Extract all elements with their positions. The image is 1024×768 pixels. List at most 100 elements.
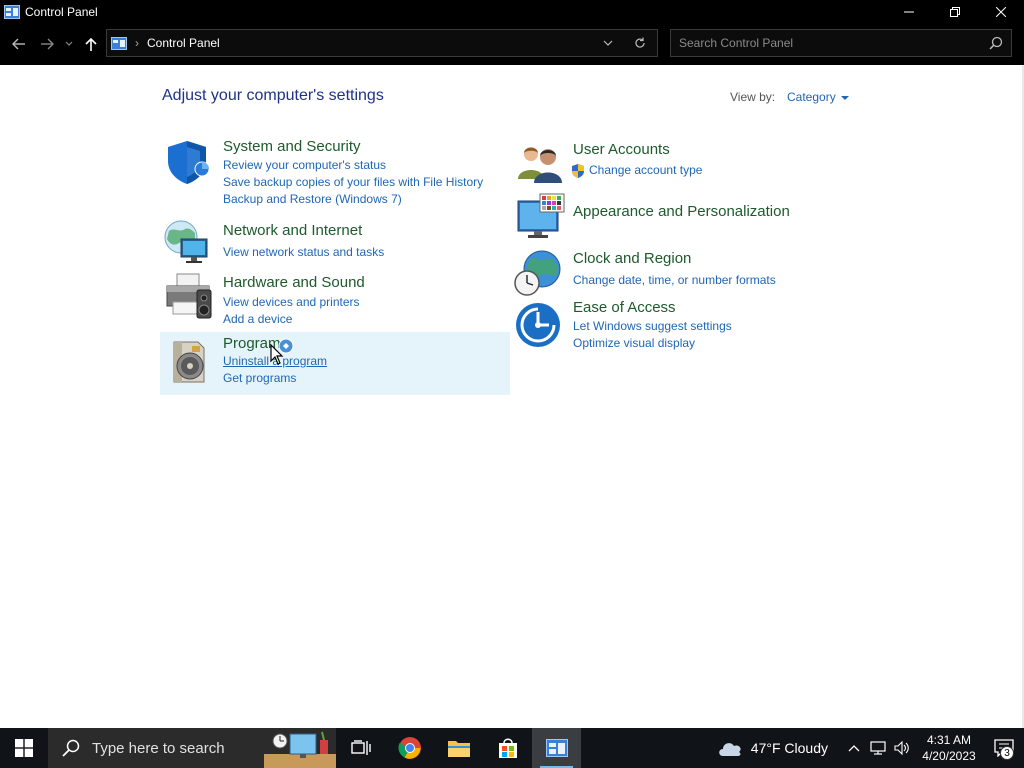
clock-globe-icon [514, 249, 562, 302]
search-box[interactable] [670, 29, 1012, 57]
restore-icon [950, 6, 960, 17]
up-arrow-icon [85, 37, 97, 51]
view-by-dropdown[interactable]: Category [787, 90, 849, 104]
link-suggest-settings[interactable]: Let Windows suggest settings [573, 319, 732, 333]
taskbar: Type here to search 47°F Cloudy 4:31 AM … [0, 728, 1024, 768]
refresh-icon [635, 37, 645, 48]
breadcrumb-separator: › [135, 36, 139, 50]
network-tray-button[interactable] [866, 728, 890, 768]
monitor-palette-icon [516, 193, 566, 244]
clock[interactable]: 4:31 AM 4/20/2023 [914, 732, 984, 764]
store-button[interactable] [483, 728, 532, 768]
clock-time: 4:31 AM [926, 733, 972, 747]
content-area: Adjust your computer's settings View by:… [0, 65, 1024, 728]
shield-icon [164, 139, 210, 190]
close-button[interactable] [978, 0, 1024, 23]
category-hardware-and-sound: Hardware and Sound View devices and prin… [160, 269, 510, 326]
category-programs[interactable]: Programs Uninstall a program Get program… [160, 332, 510, 395]
chrome-button[interactable] [385, 728, 434, 768]
control-panel-icon [4, 4, 20, 19]
dropdown-caret-icon [840, 95, 849, 100]
network-globe-icon [163, 219, 211, 270]
category-system-and-security: System and Security Review your computer… [160, 135, 510, 209]
clock-date: 4/20/2023 [922, 749, 976, 763]
ease-of-access-icon [515, 302, 561, 353]
link-add-device[interactable]: Add a device [223, 312, 292, 326]
control-panel-taskbar-button[interactable] [532, 728, 581, 768]
printer-speaker-icon [163, 272, 213, 325]
window-controls [886, 0, 1024, 23]
control-panel-icon [545, 739, 568, 757]
control-panel-small-icon [111, 36, 127, 50]
cloud-icon [719, 743, 741, 756]
up-button[interactable] [77, 29, 105, 59]
network-icon [870, 741, 886, 755]
back-arrow-icon [12, 38, 25, 50]
link-backup-restore[interactable]: Backup and Restore (Windows 7) [223, 192, 402, 206]
search-icon [62, 739, 80, 757]
file-explorer-button[interactable] [434, 728, 483, 768]
category-title-hardware-and-sound[interactable]: Hardware and Sound [223, 274, 365, 291]
back-button[interactable] [5, 29, 33, 59]
view-by-value: Category [787, 90, 836, 104]
chrome-icon [397, 737, 421, 759]
category-title-user-accounts[interactable]: User Accounts [573, 141, 670, 158]
forward-button[interactable] [33, 29, 61, 59]
volume-tray-button[interactable] [890, 728, 914, 768]
weather-widget[interactable]: 47°F Cloudy [717, 739, 828, 757]
start-button[interactable] [0, 728, 48, 768]
weather-text: 47°F Cloudy [750, 740, 828, 756]
file-explorer-icon [447, 741, 470, 757]
navigation-bar: › Control Panel [0, 23, 1024, 65]
system-tray: 47°F Cloudy 4:31 AM 4/20/2023 3 [717, 728, 1024, 768]
recent-locations-button[interactable] [61, 29, 77, 59]
close-icon [996, 6, 1006, 17]
chevron-down-icon [603, 40, 613, 46]
link-review-status[interactable]: Review your computer's status [223, 158, 386, 172]
breadcrumb-control-panel[interactable]: Control Panel [147, 36, 220, 50]
view-by-label: View by: [730, 90, 776, 104]
taskbar-search-box[interactable]: Type here to search [48, 728, 336, 768]
category-title-network-and-internet[interactable]: Network and Internet [223, 222, 362, 239]
link-change-account-type[interactable]: Change account type [589, 163, 702, 177]
taskbar-search-placeholder: Type here to search [92, 739, 225, 757]
category-network-and-internet: Network and Internet View network status… [160, 217, 510, 263]
category-title-clock-and-region[interactable]: Clock and Region [573, 250, 691, 267]
page-title: Adjust your computer's settings [162, 87, 384, 104]
task-view-button[interactable] [336, 728, 385, 768]
restore-button[interactable] [932, 0, 978, 23]
link-optimize-visual-display[interactable]: Optimize visual display [573, 336, 695, 350]
address-bar[interactable]: › Control Panel [106, 29, 658, 57]
store-icon [498, 738, 517, 758]
chevron-down-icon [65, 41, 73, 46]
programs-disc-icon [168, 338, 210, 389]
minimize-button[interactable] [886, 0, 932, 23]
link-get-programs[interactable]: Get programs [223, 371, 296, 385]
refresh-button[interactable] [623, 37, 657, 49]
show-hidden-icons-button[interactable] [842, 728, 866, 768]
notification-center-button[interactable]: 3 [984, 728, 1024, 768]
uac-shield-icon [571, 163, 585, 184]
search-highlight-illustration-icon [264, 731, 336, 768]
search-input[interactable] [679, 36, 979, 50]
windows-logo-icon [15, 739, 33, 757]
address-dropdown-button[interactable] [593, 40, 623, 46]
mouse-cursor-icon [270, 343, 284, 371]
category-title-ease-of-access[interactable]: Ease of Access [573, 299, 676, 316]
search-icon[interactable] [989, 36, 1003, 50]
link-network-status[interactable]: View network status and tasks [223, 245, 384, 259]
link-file-history[interactable]: Save backup copies of your files with Fi… [223, 175, 483, 189]
category-user-accounts: User Accounts Change account type [512, 139, 862, 185]
category-clock-and-region: Clock and Region Change date, time, or n… [512, 247, 862, 296]
speaker-icon [894, 741, 909, 755]
category-title-system-and-security[interactable]: System and Security [223, 138, 361, 155]
notification-count-badge: 3 [1000, 746, 1014, 760]
window-title: Control Panel [25, 4, 98, 19]
category-ease-of-access: Ease of Access Let Windows suggest setti… [512, 299, 862, 355]
category-title-appearance-and-personalization[interactable]: Appearance and Personalization [573, 203, 790, 220]
users-icon [516, 143, 564, 188]
title-bar: Control Panel [0, 0, 1024, 23]
forward-arrow-icon [41, 38, 54, 50]
link-devices-printers[interactable]: View devices and printers [223, 295, 360, 309]
link-change-date-time-formats[interactable]: Change date, time, or number formats [573, 273, 776, 287]
